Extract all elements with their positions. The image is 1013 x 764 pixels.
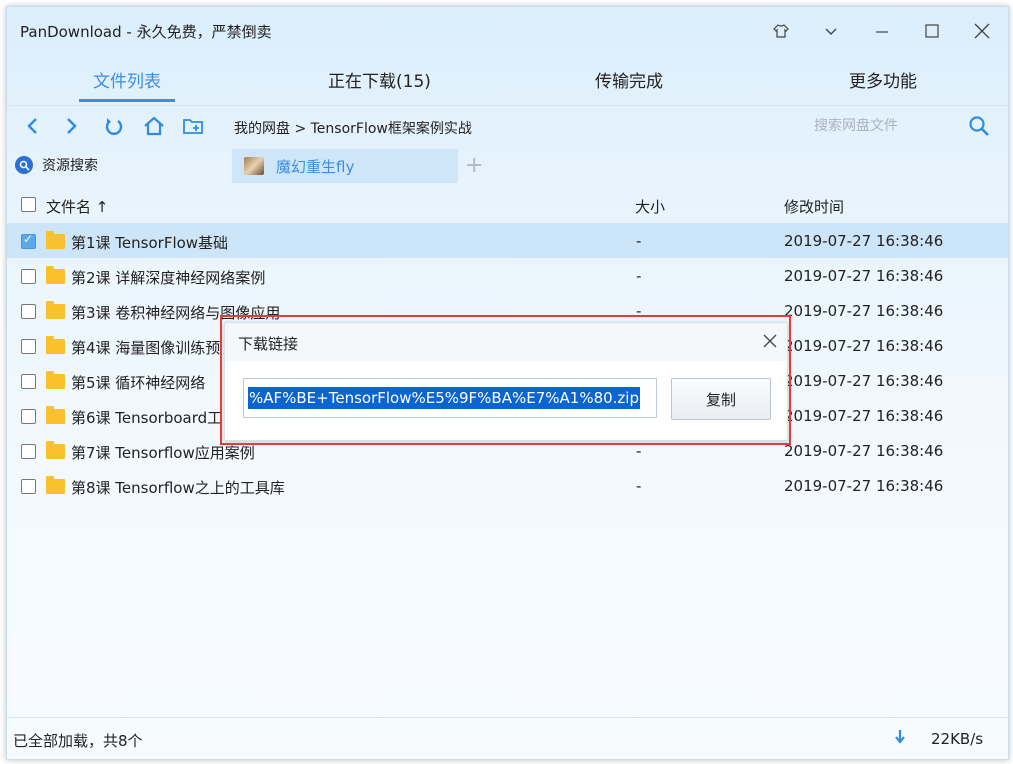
skin-icon[interactable] — [767, 17, 795, 45]
tab-downloading[interactable]: 正在下载(15) — [307, 53, 452, 105]
column-size-header[interactable]: 大小 — [635, 196, 665, 217]
forward-icon[interactable] — [57, 112, 85, 140]
new-folder-icon[interactable] — [179, 112, 207, 140]
search-input[interactable] — [804, 111, 974, 141]
maximize-button[interactable] — [918, 17, 946, 45]
add-tab-button[interactable]: + — [465, 153, 483, 178]
row-checkbox[interactable] — [21, 232, 36, 249]
download-arrow-icon — [894, 729, 906, 749]
search-icon[interactable] — [965, 112, 993, 140]
table-row[interactable]: 第2课 详解深度神经网络案例 - 2019-07-27 16:38:46 — [7, 258, 1008, 293]
minimize-button[interactable] — [868, 17, 896, 45]
file-size: - — [636, 477, 642, 495]
row-checkbox[interactable] — [21, 444, 36, 459]
home-icon[interactable] — [140, 112, 168, 140]
file-time: 2019-07-27 16:38:46 — [784, 267, 944, 285]
file-name: 第4课 海量图像训练预 — [71, 339, 221, 357]
folder-icon — [46, 231, 65, 249]
column-name-header[interactable]: 文件名 ↑ — [46, 196, 108, 217]
folder-icon — [46, 476, 65, 494]
session-bar: 资源搜索 魔幻重生fly + — [7, 147, 1008, 185]
resource-search-icon — [15, 156, 33, 174]
column-time-header[interactable]: 修改时间 — [784, 196, 844, 217]
download-speed: 22KB/s — [931, 730, 984, 748]
file-time: 2019-07-27 16:38:46 — [784, 232, 944, 250]
row-checkbox[interactable] — [21, 269, 36, 284]
file-time: 2019-07-27 16:38:46 — [784, 302, 944, 320]
main-tabs: 文件列表 正在下载(15) 传输完成 更多功能 — [7, 53, 1008, 105]
user-tab[interactable]: 魔幻重生fly — [232, 149, 458, 183]
file-time: 2019-07-27 16:38:46 — [784, 337, 944, 355]
folder-icon — [46, 266, 65, 284]
avatar — [244, 157, 264, 175]
file-time: 2019-07-27 16:38:46 — [784, 372, 944, 390]
select-all-checkbox[interactable] — [21, 197, 36, 212]
table-header: 文件名 ↑ 大小 修改时间 — [7, 185, 1008, 223]
tab-file-list[interactable]: 文件列表 — [67, 53, 187, 105]
window-title: PanDownload - 永久免费，严禁倒卖 — [20, 23, 272, 41]
file-name: 第1课 TensorFlow基础 — [71, 234, 229, 252]
resource-search-button[interactable]: 资源搜索 — [15, 155, 98, 175]
folder-icon — [46, 301, 65, 319]
row-checkbox[interactable] — [21, 304, 36, 319]
resource-search-label: 资源搜索 — [42, 158, 98, 174]
file-time: 2019-07-27 16:38:46 — [784, 407, 944, 425]
status-bar: 已全部加载，共8个 22KB/s — [7, 717, 1008, 760]
chevron-down-icon[interactable] — [817, 17, 845, 45]
status-text: 已全部加载，共8个 — [13, 732, 143, 750]
folder-icon — [46, 336, 65, 354]
row-checkbox[interactable] — [21, 339, 36, 354]
highlight-box — [220, 315, 791, 445]
tab-completed[interactable]: 传输完成 — [569, 53, 689, 105]
close-button[interactable] — [968, 17, 996, 45]
refresh-icon[interactable] — [100, 112, 128, 140]
file-time: 2019-07-27 16:38:46 — [784, 442, 944, 460]
back-icon[interactable] — [19, 112, 47, 140]
table-row[interactable]: 第8课 Tensorflow之上的工具库 - 2019-07-27 16:38:… — [7, 468, 1008, 503]
file-size: - — [636, 267, 642, 285]
sort-up-icon: ↑ — [95, 198, 109, 216]
table-row[interactable]: 第1课 TensorFlow基础 - 2019-07-27 16:38:46 — [7, 223, 1008, 258]
file-name: 第7课 Tensorflow应用案例 — [71, 444, 255, 462]
row-checkbox[interactable] — [21, 479, 36, 494]
toolbar: 我的网盘 > TensorFlow框架案例实战 — [7, 105, 1008, 148]
user-name: 魔幻重生fly — [276, 157, 355, 176]
breadcrumb[interactable]: 我的网盘 > TensorFlow框架案例实战 — [234, 118, 472, 138]
file-name: 第2课 详解深度神经网络案例 — [71, 269, 266, 287]
file-time: 2019-07-27 16:38:46 — [784, 477, 944, 495]
folder-icon — [46, 371, 65, 389]
row-checkbox[interactable] — [21, 374, 36, 389]
folder-icon — [46, 406, 65, 424]
title-bar: PanDownload - 永久免费，严禁倒卖 — [7, 7, 1008, 53]
file-size: - — [636, 232, 642, 250]
file-name: 第5课 循环神经网络 — [71, 374, 206, 392]
row-checkbox[interactable] — [21, 409, 36, 424]
file-name: 第6课 Tensorboard工 — [71, 409, 223, 427]
folder-icon — [46, 441, 65, 459]
file-name: 第8课 Tensorflow之上的工具库 — [71, 479, 285, 497]
tab-more-features[interactable]: 更多功能 — [823, 53, 943, 105]
